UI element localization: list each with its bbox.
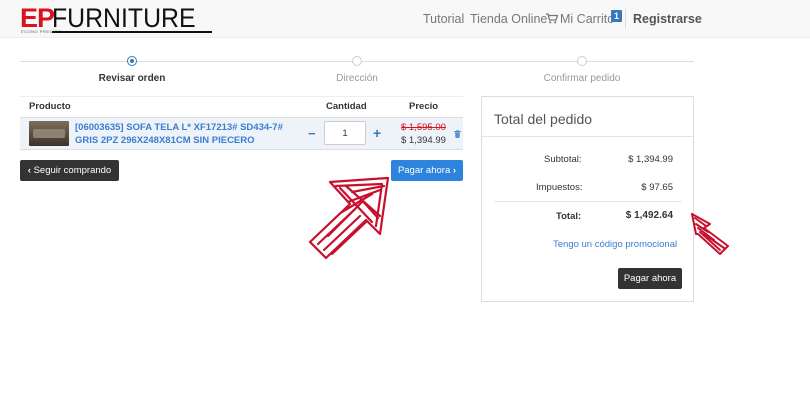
quantity-input[interactable] [324,121,366,145]
impuestos-label: Impuestos: [536,182,583,193]
logo-furniture: FURNITURE [52,3,196,33]
annotation-arrow-icon [308,176,390,260]
column-header-cantidad: Cantidad [326,101,367,112]
summary-pagar-ahora-label: Pagar ahora [623,273,677,284]
nav-registrarse[interactable]: Registrarse [633,12,702,26]
subtotal-label: Subtotal: [544,154,582,165]
product-name-link[interactable]: [06003635] SOFA TELA L* XF17213# SD434-7… [75,121,305,147]
nav-tutorial[interactable]: Tutorial [423,12,464,26]
step-label-confirmar-pedido: Confirmar pedido [543,73,621,84]
product-thumbnail[interactable] [29,121,69,146]
navbar: EP FURNITURE ECONO PRECIOS Tutorial Tien… [0,0,810,38]
order-summary-title: Total del pedido [494,111,593,127]
impuestos-value: $ 97.65 [641,182,673,193]
logo-underline [52,31,212,33]
shopping-cart-icon [546,13,558,24]
nav-tienda-online[interactable]: Tienda Online [470,12,547,26]
price-current: $ 1,394.99 [401,135,446,146]
promo-code-link[interactable]: Tengo un código promocional [553,239,677,250]
summary-divider [482,136,693,137]
quantity-decrease-button[interactable]: − [308,126,316,141]
column-header-producto: Producto [29,101,71,112]
table-top-border [20,96,463,97]
pagar-ahora-label: Pagar ahora [397,165,451,176]
cart-count-badge: 1 [611,10,623,22]
chevron-right-icon: › [452,165,457,176]
trash-icon[interactable] [454,130,461,138]
annotation-arrow-small-icon [691,213,729,255]
pagar-ahora-button[interactable]: Pagar ahora › [391,160,463,181]
seguir-comprando-button[interactable]: ‹ Seguir comprando [20,160,119,181]
price-original: $ 1,595.00 [401,122,446,133]
total-label: Total: [556,211,582,222]
step-dot-confirmar-pedido [577,56,587,66]
nav-mi-carrito-label: Mi Carrito [560,12,615,26]
summary-pagar-ahora-button[interactable]: Pagar ahora [618,268,682,289]
step-dot-direccion [352,56,362,66]
total-value: $ 1,492.64 [625,210,673,221]
chevron-left-icon: ‹ [27,165,31,176]
quantity-increase-button[interactable]: + [373,125,381,141]
subtotal-value: $ 1,394.99 [628,154,673,165]
step-label-direccion: Dirección [336,73,378,84]
step-label-revisar-orden: Revisar orden [98,73,166,84]
summary-total-divider [494,201,682,202]
seguir-comprando-label: Seguir comprando [33,165,112,176]
step-dot-revisar-orden [127,56,137,66]
nav-mi-carrito[interactable]: Mi Carrito [546,12,614,26]
nav-divider [625,9,626,29]
column-header-precio: Precio [409,101,439,112]
